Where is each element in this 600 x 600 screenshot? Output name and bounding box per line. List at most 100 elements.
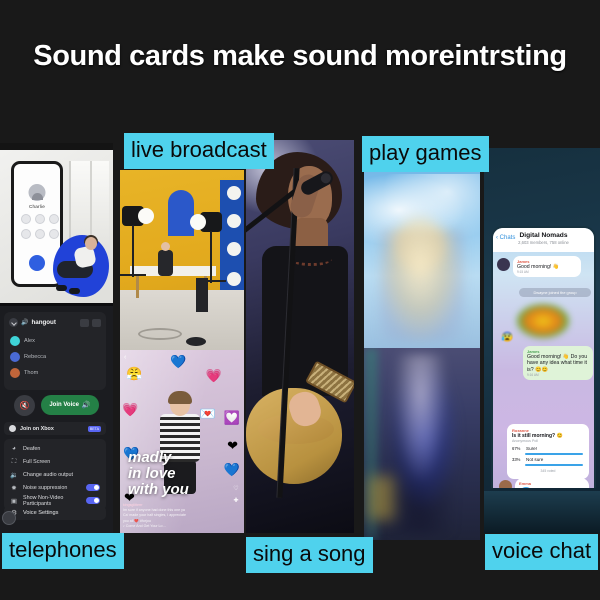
voice-member[interactable]: Alex [10, 336, 35, 346]
menu-item-change-audio-output[interactable]: 🔉 Change audio output [4, 468, 106, 481]
video-icon[interactable] [92, 318, 101, 327]
chat-subtitle: 2,603 members, 758 online [518, 240, 569, 245]
member-name: Alex [24, 338, 35, 344]
telegram-chat-screen: ‹ Chats Digital Nomads 2,603 members, 75… [491, 226, 596, 488]
game-screenshot-top [364, 158, 480, 348]
hangup-button[interactable] [29, 255, 45, 271]
keypad-key[interactable] [21, 229, 31, 239]
noise-suppression-toggle[interactable] [86, 483, 100, 492]
singer-necklace [290, 252, 332, 266]
member-name: Rebecca [24, 354, 47, 360]
poll-option[interactable]: 33% Not sure [512, 457, 584, 462]
voice-settings-row[interactable]: ⚙ Voice Settings [4, 506, 106, 520]
column-live-broadcast: 😤 💗 💙 ❤ 💙 💗 💟 ❤ 💙 💌 madly in love with y… [120, 170, 244, 533]
label-live-broadcast: live broadcast [124, 133, 274, 169]
chat-bubble-incoming: James Good morning! 👋 9:15 AM [513, 256, 581, 277]
menu-item-noise-suppression[interactable]: ✸ Noise suppression [4, 481, 106, 494]
invite-icon[interactable] [80, 318, 89, 327]
mute-button[interactable]: 🔇 [14, 394, 36, 416]
chat-header: ‹ Chats Digital Nomads 2,603 members, 75… [493, 228, 594, 252]
stream-side-actions[interactable]: ♡ ✚ [230, 484, 242, 507]
keypad-key[interactable] [49, 214, 59, 224]
avatar[interactable] [497, 258, 510, 271]
beta-badge: BETA [87, 425, 101, 432]
voice-action-row: 🔇 Join Voice 🔊 [0, 392, 113, 418]
poll-bar [525, 463, 583, 466]
menu-item-label: Show Non-Video Participants [23, 494, 64, 507]
emoji-pink-heart: 💗 [205, 368, 222, 383]
stream-chat: kingsglitterrr Im sure if anyone had don… [123, 503, 223, 529]
poll-option-label: Sure! [526, 446, 537, 451]
column-sing-a-song [246, 140, 354, 533]
poll-type: Anonymous Poll [512, 439, 538, 443]
keypad-key[interactable] [21, 214, 31, 224]
camera-fab-button[interactable] [2, 511, 16, 525]
headphones-icon: ◕ [12, 445, 16, 452]
join-voice-button[interactable]: Join Voice 🔊 [41, 395, 99, 415]
system-message: Dwayne joined the group [519, 288, 591, 297]
message-time: 9:15 AM [517, 270, 529, 274]
studio-arch [168, 190, 194, 236]
poll-card: Roxanne Is it still morning? 😊 Anonymous… [507, 424, 589, 479]
keypad-key[interactable] [35, 229, 45, 239]
chat-bubble-outgoing: James Good morning! 👋 Do you have any id… [523, 346, 593, 380]
label-play-games: play games [362, 136, 489, 172]
voice-settings-label: Voice Settings [23, 510, 59, 516]
caption-line: madly [128, 449, 172, 466]
menu-item-deafen[interactable]: ◕ Deafen [4, 442, 106, 455]
voice-channel-card: 🔊 hangout Alex Rebecca Thom [4, 312, 106, 390]
poll-bar [525, 452, 583, 455]
menu-item-label: Full Screen [23, 458, 51, 465]
game-screenshot-bottom [364, 348, 480, 540]
window-bar [0, 143, 113, 150]
play-icon[interactable] [519, 487, 533, 488]
channel-name: hangout [31, 319, 56, 326]
menu-item-full-screen[interactable]: ⛶ Full Screen [4, 455, 106, 468]
music-title: Come And Get Your Lo… [125, 523, 167, 528]
chat-title: Digital Nomads [519, 232, 568, 239]
game-character [380, 230, 464, 342]
caption-line: in love [128, 464, 176, 482]
studio-host [158, 242, 173, 276]
menu-item-label: Deafen [23, 445, 41, 452]
sticker-image [517, 304, 569, 338]
member-name: Thom [24, 370, 39, 376]
poll-voted-count: 345 voted [540, 468, 556, 473]
discord-voice-panel: 🔊 hangout Alex Rebecca Thom 🔇 Join Voice… [0, 303, 113, 535]
back-icon[interactable]: ‹ [124, 354, 126, 361]
voice-message-sender: Emma [519, 481, 532, 486]
collage-canvas: Sound cards make sound moreintrsting Cha… [0, 0, 600, 600]
label-sing-a-song: sing a song [246, 537, 373, 573]
join-on-xbox-label: Join on Xbox [20, 425, 54, 432]
poll-option-label: Not sure [526, 457, 544, 462]
avatar[interactable] [499, 480, 512, 488]
laptop-base [484, 491, 600, 533]
speaker-icon: 🔊 [21, 320, 29, 326]
studio-speaker [196, 278, 208, 312]
tiktok-live-stream: 😤 💗 💙 ❤ 💙 💗 💟 ❤ 💙 💌 madly in love with y… [120, 350, 244, 533]
page-title: Sound cards make sound moreintrsting [33, 40, 567, 72]
studio-cable [138, 328, 182, 340]
column-telephones: Charlie 🔊 hangout Alex Rebecca Thom 🔇 Jo… [0, 143, 113, 535]
voice-member[interactable]: Thom [10, 368, 38, 378]
chevron-down-icon[interactable] [9, 318, 18, 327]
phone-call-illustration: Charlie [0, 143, 113, 303]
guitar [246, 354, 354, 504]
noise-suppression-icon: ✸ [11, 484, 17, 492]
studio-cable-reel [186, 337, 206, 346]
voice-member[interactable]: Rebecca [10, 352, 46, 362]
show-non-video-toggle[interactable] [86, 496, 100, 505]
caller-name: Charlie [29, 204, 45, 209]
keypad-key[interactable] [35, 214, 45, 224]
people-icon: ▣ [10, 497, 18, 505]
poll-option[interactable]: 67% Sure! [512, 446, 584, 451]
studio-floor [120, 290, 244, 350]
speaker-icon: 🔊 [81, 402, 91, 409]
avatar [10, 368, 20, 378]
join-on-xbox-row[interactable]: Join on Xbox BETA [4, 422, 106, 435]
caption-line: with you [128, 480, 189, 498]
dial-keypad [21, 214, 59, 244]
label-voice-chat: voice chat [485, 534, 599, 570]
voice-channel-header: 🔊 hangout [9, 317, 101, 328]
poll-percent: 67% [512, 446, 521, 451]
